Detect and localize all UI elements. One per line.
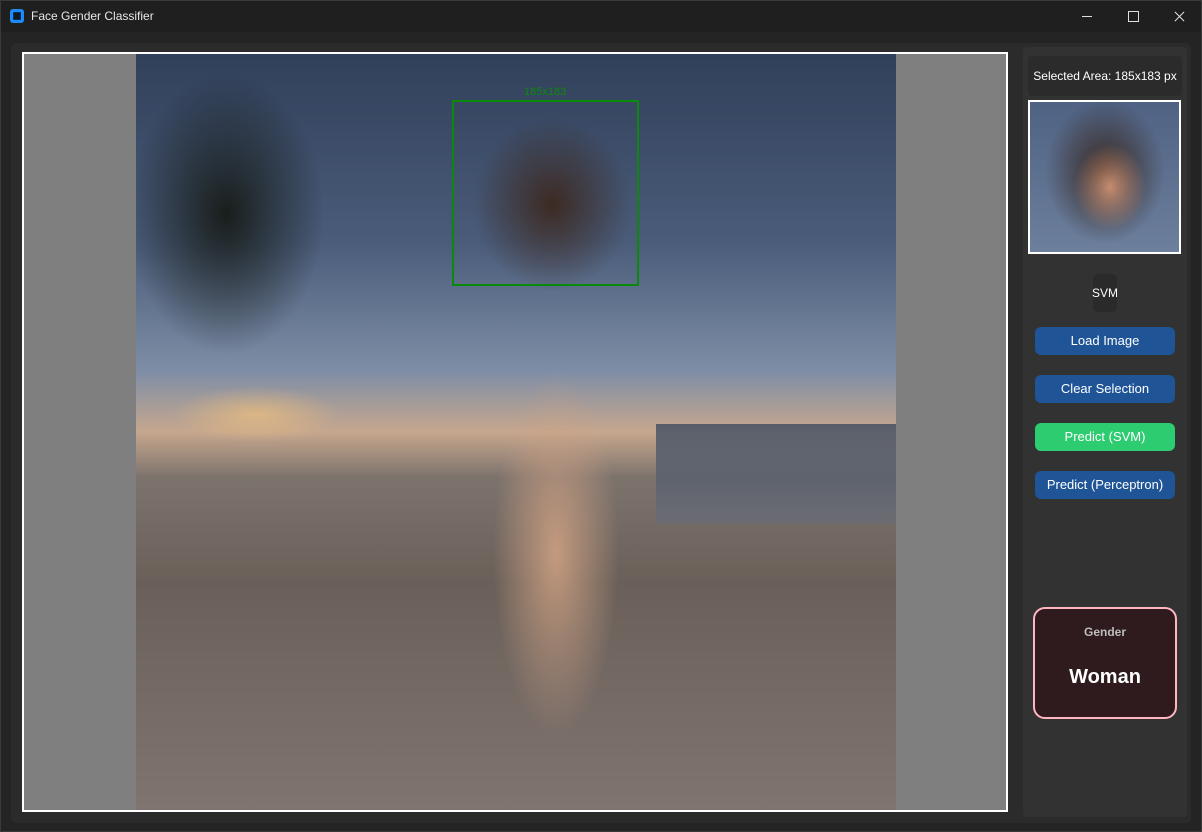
palm-trees [136,54,376,414]
app-window: Face Gender Classifier 185x183 Selected … [0,0,1202,832]
model-selector[interactable]: SVM [1092,274,1118,312]
clear-selection-button[interactable]: Clear Selection [1035,375,1175,403]
gender-label: Gender [1083,625,1126,639]
minimize-icon [1082,16,1092,17]
window-title: Face Gender Classifier [31,9,154,23]
predict-perceptron-button[interactable]: Predict (Perceptron) [1035,471,1175,499]
gender-value: Woman [1069,666,1141,688]
selected-area-text: Selected Area: 185x183 px [1033,69,1177,83]
face-preview [1028,100,1181,254]
minimize-button[interactable] [1064,1,1110,32]
predict-svm-button[interactable]: Predict (SVM) [1035,423,1175,451]
app-icon [10,9,24,23]
sea [656,424,896,524]
title-bar[interactable]: Face Gender Classifier [1,1,1201,32]
selection-size-label: 185x183 [524,86,567,98]
face-selection-box[interactable] [452,100,639,286]
load-image-button[interactable]: Load Image [1035,327,1175,355]
selected-area-info: Selected Area: 185x183 px [1028,56,1182,96]
image-canvas[interactable]: 185x183 [22,52,1008,812]
model-label: SVM [1091,286,1118,300]
gender-result-card: Gender Woman [1033,607,1177,719]
maximize-icon [1128,11,1139,22]
close-button[interactable] [1156,1,1202,32]
maximize-button[interactable] [1110,1,1156,32]
